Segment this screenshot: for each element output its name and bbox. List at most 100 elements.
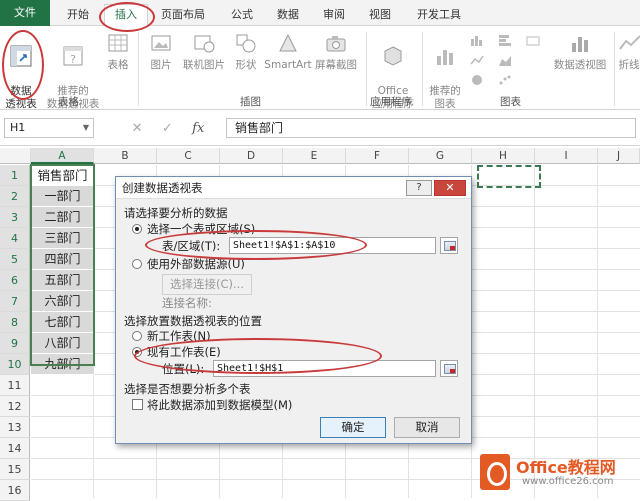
tab-developer[interactable]: 开发工具	[408, 5, 470, 25]
select-all-corner[interactable]	[0, 148, 31, 164]
column-header-I[interactable]: I	[535, 148, 598, 164]
tab-file[interactable]: 文件	[0, 0, 50, 26]
group-label-apps: 应用程序	[370, 96, 412, 108]
column-header-D[interactable]: D	[220, 148, 283, 164]
line-chart-icon[interactable]	[470, 54, 484, 66]
location-collapse-icon[interactable]	[440, 360, 458, 377]
cell-A8[interactable]: 七部门	[31, 312, 94, 333]
annotation-circle-location	[134, 338, 382, 374]
sparkline-button[interactable]: 折线	[618, 30, 640, 72]
tab-review[interactable]: 审阅	[314, 5, 354, 25]
picture-label: 图片	[150, 59, 172, 71]
column-header-H[interactable]: H	[472, 148, 535, 164]
radio-select-table[interactable]	[132, 224, 142, 234]
cell-A4[interactable]: 三部门	[31, 228, 94, 249]
tab-formulas[interactable]: 公式	[222, 5, 262, 25]
row-header[interactable]: 11	[0, 375, 30, 396]
radio-external-source[interactable]	[132, 259, 142, 269]
picture-icon	[149, 30, 173, 56]
column-chart-icon[interactable]	[470, 34, 484, 46]
group-separator	[366, 32, 367, 106]
add-data-model-checkbox[interactable]	[132, 399, 143, 410]
tab-page-layout[interactable]: 页面布局	[152, 5, 214, 25]
column-header-J[interactable]: J	[598, 148, 640, 164]
choose-connection-button[interactable]: 选择连接(C)...	[162, 274, 252, 295]
smartart-button[interactable]: SmartArt	[264, 30, 312, 72]
column-header-C[interactable]: C	[157, 148, 220, 164]
cell-A7[interactable]: 六部门	[31, 291, 94, 312]
row-header[interactable]: 9	[0, 333, 30, 354]
row-header[interactable]: 14	[0, 438, 30, 459]
pivot-chart-button[interactable]: 数据透视图	[548, 30, 612, 72]
group-label-charts: 图表	[500, 96, 521, 108]
cancel-button[interactable]: 取消	[394, 417, 460, 438]
watermark-title: Office教程网	[516, 458, 616, 477]
smartart-label: SmartArt	[264, 59, 312, 71]
row-header[interactable]: 15	[0, 459, 30, 480]
ribbon-tab-bar: 文件 开始 插入 页面布局 公式 数据 审阅 视图 开发工具	[0, 0, 640, 27]
svg-text:?: ?	[70, 53, 76, 66]
row-header[interactable]: 13	[0, 417, 30, 438]
row-header[interactable]: 1	[0, 165, 30, 186]
table-button[interactable]: 表格	[104, 30, 132, 72]
range-collapse-icon[interactable]	[440, 237, 458, 254]
cell-A10[interactable]: 九部门	[31, 354, 94, 375]
insert-function-icon[interactable]: fx	[192, 121, 204, 136]
shapes-button[interactable]: 形状	[232, 30, 260, 72]
row-header[interactable]: 8	[0, 312, 30, 333]
radio-new-sheet[interactable]	[132, 331, 142, 341]
row-header[interactable]: 12	[0, 396, 30, 417]
tab-data[interactable]: 数据	[268, 5, 308, 25]
tab-view[interactable]: 视图	[360, 5, 400, 25]
confirm-icon[interactable]: ✓	[162, 121, 173, 136]
group-separator	[422, 32, 423, 106]
row-header[interactable]: 2	[0, 186, 30, 207]
table-icon	[106, 30, 130, 56]
online-picture-button[interactable]: 联机图片	[180, 30, 228, 72]
row-header[interactable]: 4	[0, 228, 30, 249]
cell-A9[interactable]: 八部门	[31, 333, 94, 354]
watermark: Office教程网 www.office26.com	[472, 448, 640, 498]
shapes-label: 形状	[235, 59, 257, 71]
row-header[interactable]: 3	[0, 207, 30, 228]
cell-A2[interactable]: 一部门	[31, 186, 94, 207]
row-header[interactable]: 5	[0, 249, 30, 270]
annotation-circle-range	[145, 230, 367, 260]
tab-home[interactable]: 开始	[58, 5, 98, 25]
screenshot-button[interactable]: 屏幕截图	[312, 30, 360, 72]
formula-input[interactable]: 销售部门	[226, 118, 636, 138]
cell-A3[interactable]: 二部门	[31, 207, 94, 228]
bar-chart-icon[interactable]	[498, 34, 512, 46]
other-chart-icon[interactable]	[526, 34, 540, 46]
row-header[interactable]: 10	[0, 354, 30, 375]
pie-chart-icon[interactable]	[470, 74, 484, 86]
section-multi-table-heading: 选择是否想要分析多个表	[124, 382, 251, 396]
camera-icon	[324, 30, 348, 56]
table-label: 表格	[107, 59, 129, 71]
column-header-B[interactable]: B	[94, 148, 157, 164]
dialog-title-bar[interactable]: 创建数据透视表 ? ✕	[116, 177, 471, 199]
area-chart-icon[interactable]	[498, 54, 512, 66]
help-button[interactable]: ?	[406, 180, 432, 196]
column-header-A[interactable]: A	[31, 148, 94, 164]
add-data-model-label[interactable]: 将此数据添加到数据模型(M)	[147, 397, 292, 413]
office-apps-icon	[381, 43, 405, 69]
picture-button[interactable]: 图片	[146, 30, 176, 72]
scatter-chart-icon[interactable]	[498, 74, 512, 86]
cell-A5[interactable]: 四部门	[31, 249, 94, 270]
group-separator	[138, 32, 139, 106]
name-box[interactable]: H1 ▼	[4, 118, 94, 138]
recommended-charts-button[interactable]: 推荐的 图表	[424, 30, 466, 111]
row-header[interactable]: 7	[0, 291, 30, 312]
column-header-F[interactable]: F	[346, 148, 409, 164]
cancel-icon[interactable]: ✕	[132, 121, 143, 136]
column-header-E[interactable]: E	[283, 148, 346, 164]
close-button[interactable]: ✕	[434, 180, 466, 196]
column-header-G[interactable]: G	[409, 148, 472, 164]
cell-A6[interactable]: 五部门	[31, 270, 94, 291]
pivot-chart-label: 数据透视图	[553, 59, 607, 71]
chevron-down-icon[interactable]: ▼	[83, 119, 89, 137]
ok-button[interactable]: 确定	[320, 417, 386, 438]
cell-A1[interactable]: 销售部门	[31, 165, 94, 186]
row-header[interactable]: 6	[0, 270, 30, 291]
